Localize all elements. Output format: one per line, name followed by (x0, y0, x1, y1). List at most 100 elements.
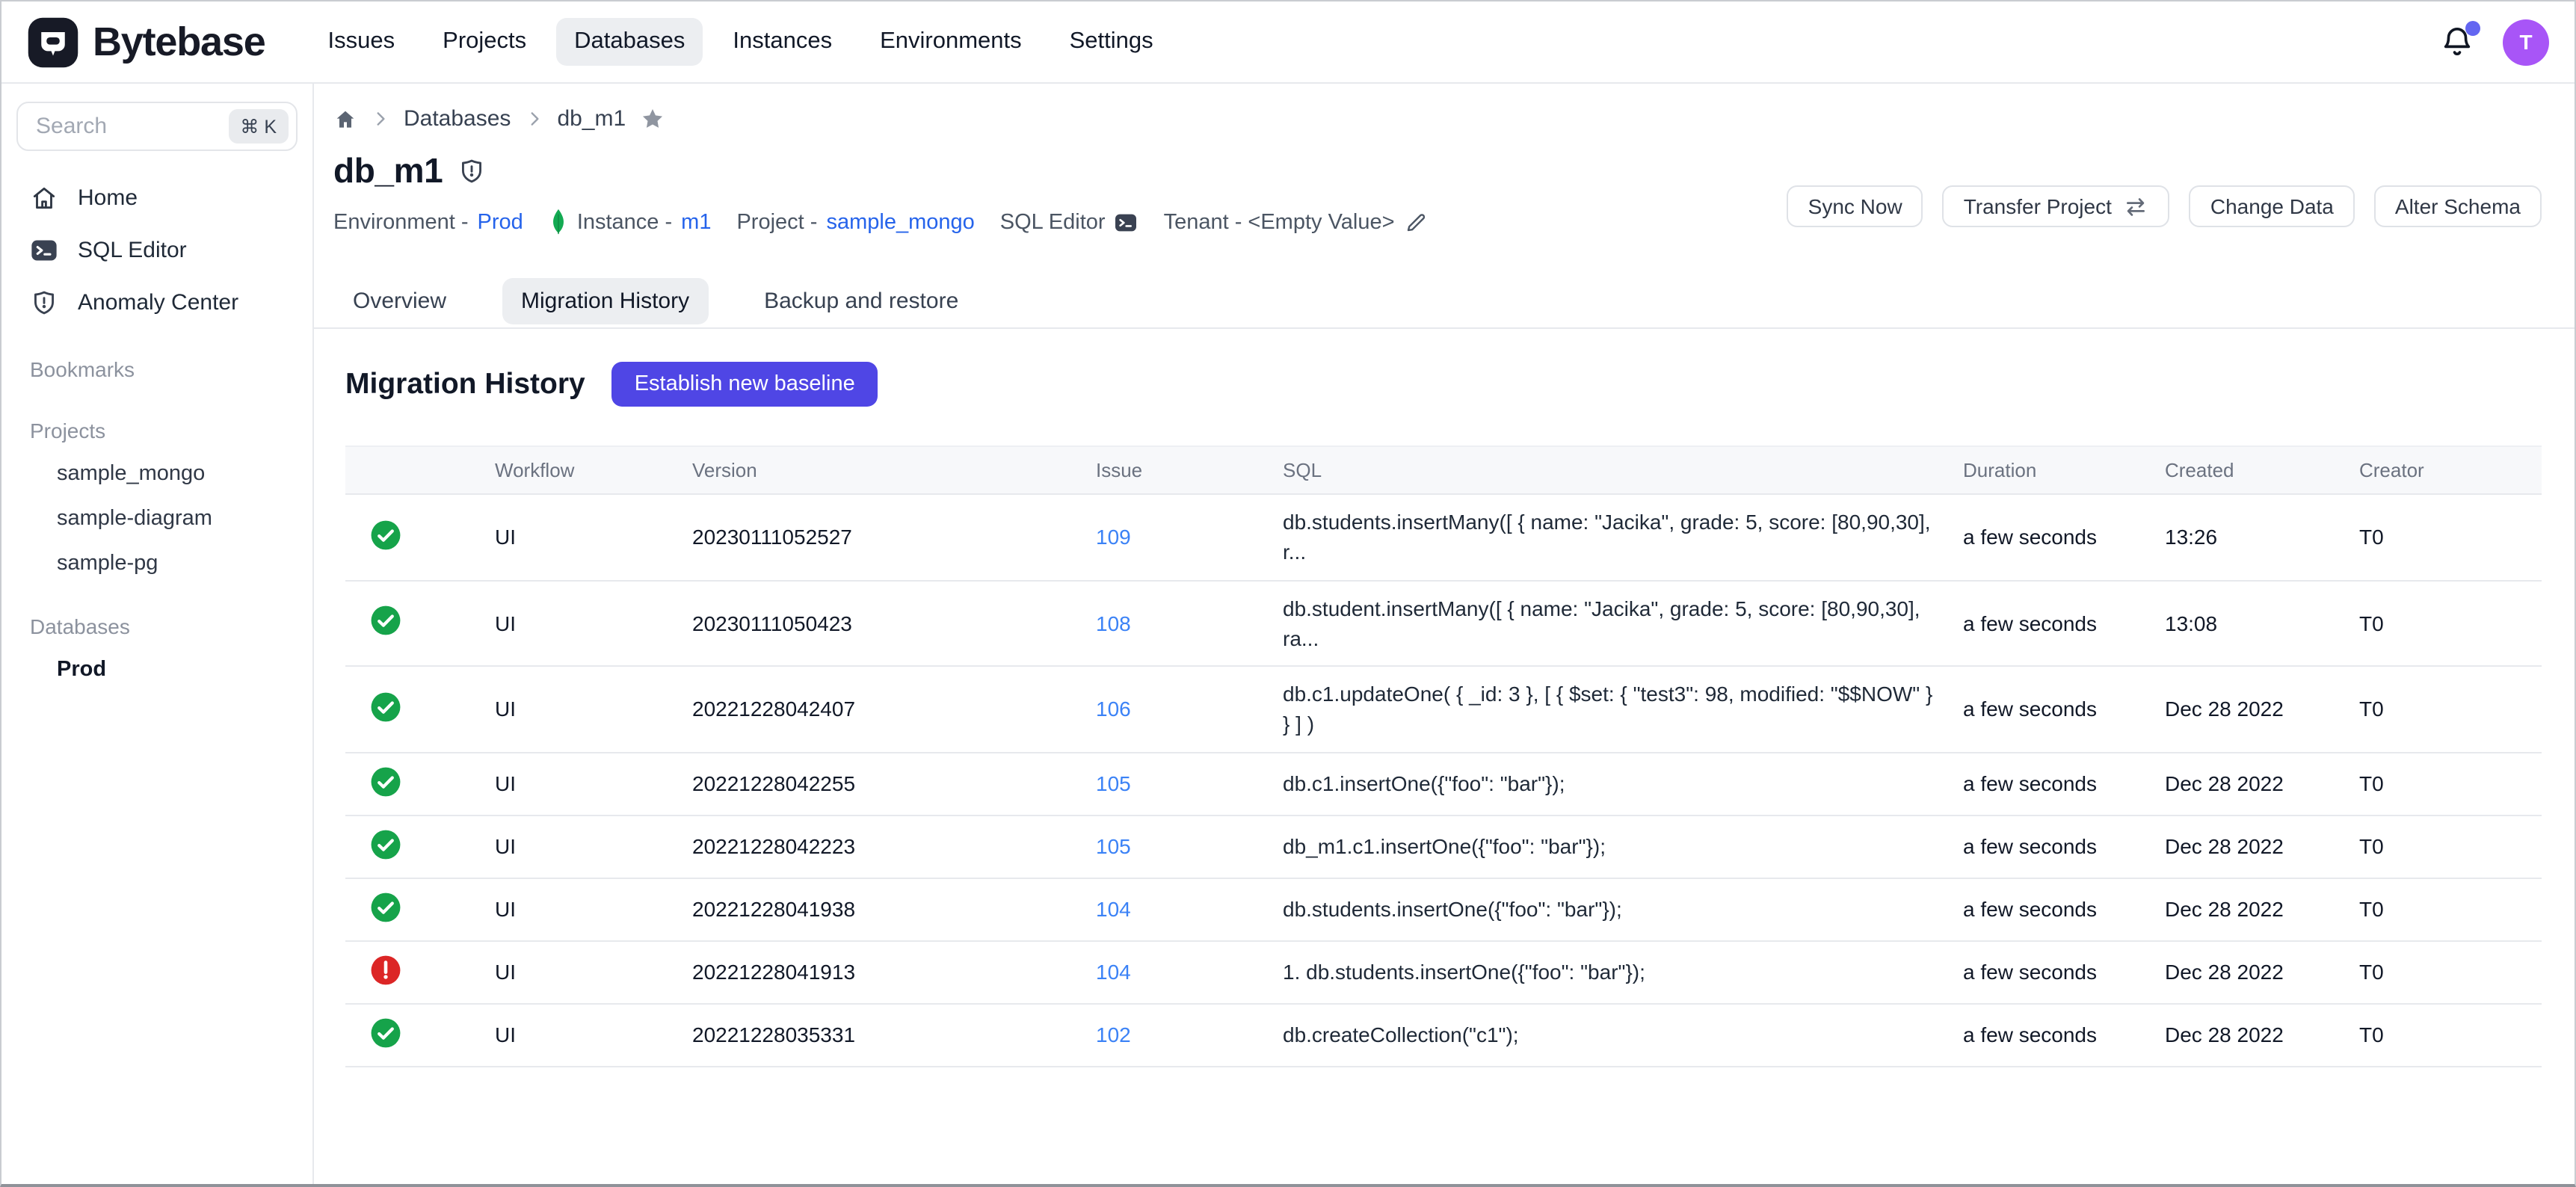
meta-sql-editor: SQL Editor (1000, 210, 1138, 234)
created-cell: Dec 28 2022 (2150, 941, 2344, 1004)
main-content: Databases db_m1 db_m1 Environment -ProdI… (314, 84, 2575, 1186)
sidebar-item-sample-pg[interactable]: sample-pg (16, 541, 298, 586)
issue-cell: 109 (1081, 494, 1268, 580)
sql-cell: db.c1.insertOne({"foo": "bar"}); (1268, 753, 1948, 816)
created-cell: Dec 28 2022 (2150, 816, 2344, 878)
sidebar-section-label: Projects (16, 410, 298, 451)
version-cell: 20221228041938 (677, 878, 1081, 941)
issue-link[interactable]: 108 (1096, 611, 1131, 635)
meta-label: SQL Editor (1000, 210, 1106, 234)
sidebar-item-sample-diagram[interactable]: sample-diagram (16, 496, 298, 541)
version-cell: 20230111052527 (677, 494, 1081, 580)
sidebar-section-projects: Projectssample_mongosample-diagramsample… (16, 410, 298, 586)
sidebar-item-home[interactable]: Home (16, 172, 298, 224)
bookmark-star-icon[interactable] (639, 106, 665, 132)
issue-link[interactable]: 109 (1096, 525, 1131, 549)
home-icon[interactable] (333, 107, 357, 131)
column-header-duration: Duration (1948, 446, 2150, 494)
search-input[interactable] (33, 112, 228, 141)
duration-cell: a few seconds (1948, 878, 2150, 941)
sidebar-item-label: SQL Editor (78, 238, 187, 263)
issue-link[interactable]: 102 (1096, 1023, 1131, 1047)
check-circle-icon (369, 605, 402, 638)
sync-now-button[interactable]: Sync Now (1787, 185, 1923, 227)
status-cell (345, 666, 480, 752)
table-header-row: WorkflowVersionIssueSQLDurationCreatedCr… (345, 446, 2542, 494)
nav-item-databases[interactable]: Databases (556, 18, 703, 66)
sidebar-section-label: Bookmarks (16, 348, 298, 390)
meta-label: Environment - (333, 210, 469, 234)
sidebar-item-label: Home (78, 185, 138, 211)
change-data-button[interactable]: Change Data (2190, 185, 2355, 227)
breadcrumb-databases[interactable]: Databases (404, 106, 511, 132)
sidebar-item-prod[interactable]: Prod (16, 647, 298, 692)
table-row[interactable]: UI20221228041938104db.students.insertOne… (345, 878, 2542, 941)
alter-schema-button[interactable]: Alter Schema (2374, 185, 2542, 227)
issue-link[interactable]: 104 (1096, 898, 1131, 922)
sidebar: ⌘ K Home SQL Editor Anomaly Center Bookmar… (1, 84, 314, 1186)
search-box[interactable]: ⌘ K (16, 102, 298, 151)
status-cell (345, 941, 480, 1004)
nav-item-environments[interactable]: Environments (862, 18, 1040, 66)
issue-link[interactable]: 104 (1096, 961, 1131, 984)
chevron-right-icon (371, 109, 390, 129)
sidebar-nav: Home SQL Editor Anomaly Center (16, 172, 298, 329)
bytebase-app-window: Bytebase IssuesProjectsDatabasesInstance… (0, 0, 2576, 1187)
tab-overview[interactable]: Overview (333, 278, 466, 324)
transfer-project-button[interactable]: Transfer Project (1943, 185, 2170, 227)
migration-history-table: WorkflowVersionIssueSQLDurationCreatedCr… (345, 445, 2542, 1067)
status-cell (345, 494, 480, 580)
workflow-cell: UI (480, 753, 677, 816)
sidebar-item-label: Anomaly Center (78, 290, 238, 315)
tab-migration-history[interactable]: Migration History (502, 278, 709, 324)
creator-cell: T0 (2344, 816, 2542, 878)
establish-new-baseline-button[interactable]: Establish new baseline (612, 362, 878, 407)
section-title: Migration History (345, 367, 585, 401)
sidebar-item-sql-editor[interactable]: SQL Editor (16, 224, 298, 277)
check-circle-icon (369, 519, 402, 552)
shield-alert-icon (30, 289, 58, 317)
meta-link-prod[interactable]: Prod (478, 210, 523, 234)
breadcrumb: Databases db_m1 (314, 84, 2575, 132)
workflow-cell: UI (480, 1004, 677, 1067)
meta-link-sample-mongo[interactable]: sample_mongo (826, 210, 974, 234)
table-row[interactable]: UI20221228042407106db.c1.updateOne( { _i… (345, 666, 2542, 752)
sql-cell: db.students.insertMany([ { name: "Jacika… (1268, 494, 1948, 580)
nav-item-instances[interactable]: Instances (715, 18, 850, 66)
alter-schema-label: Alter Schema (2395, 194, 2521, 218)
issue-link[interactable]: 105 (1096, 835, 1131, 859)
home-icon (30, 184, 58, 212)
version-cell: 20221228042255 (677, 753, 1081, 816)
terminal-icon[interactable] (1115, 210, 1138, 234)
bytebase-logo[interactable]: Bytebase (27, 16, 265, 68)
created-cell: Dec 28 2022 (2150, 753, 2344, 816)
version-cell: 20221228042223 (677, 816, 1081, 878)
sidebar-section-bookmarks: Bookmarks (16, 348, 298, 390)
duration-cell: a few seconds (1948, 580, 2150, 666)
table-row[interactable]: UI20221228042255 105 db.c1.insertOne({"foo… (345, 753, 2542, 816)
table-row[interactable]: UI20230111052527109db.students.insertMan… (345, 494, 2542, 580)
issue-link[interactable]: 105 (1096, 772, 1131, 796)
table-row[interactable]: UI20221228042223105db_m1.c1.insertOne({"… (345, 816, 2542, 878)
tab-backup-and-restore[interactable]: Backup and restore (745, 278, 978, 324)
check-circle-icon (369, 765, 402, 798)
check-circle-icon (369, 891, 402, 924)
notifications-button[interactable] (2440, 25, 2474, 59)
pencil-icon[interactable] (1404, 210, 1428, 234)
meta-link-m1[interactable]: m1 (681, 210, 711, 234)
sidebar-item-anomaly-center[interactable]: Anomaly Center (16, 277, 298, 329)
sidebar-item-sample-mongo[interactable]: sample_mongo (16, 451, 298, 496)
table-row[interactable]: UI20221228035331102db.createCollection("… (345, 1004, 2542, 1067)
nav-item-settings[interactable]: Settings (1052, 18, 1171, 66)
table-row[interactable]: UI20230111050423108db.student.insertMany… (345, 580, 2542, 666)
table-row[interactable]: UI202212280419131041. db.students.insert… (345, 941, 2542, 1004)
check-circle-icon (369, 1017, 402, 1049)
nav-item-projects[interactable]: Projects (425, 18, 544, 66)
issue-link[interactable]: 106 (1096, 697, 1131, 721)
notification-dot (2465, 20, 2480, 35)
page-title-row: db_m1 (314, 132, 2575, 191)
status-cell (345, 1004, 480, 1067)
nav-item-issues[interactable]: Issues (310, 18, 413, 66)
avatar[interactable]: T (2503, 19, 2549, 65)
meta-label: Project - (736, 210, 817, 234)
